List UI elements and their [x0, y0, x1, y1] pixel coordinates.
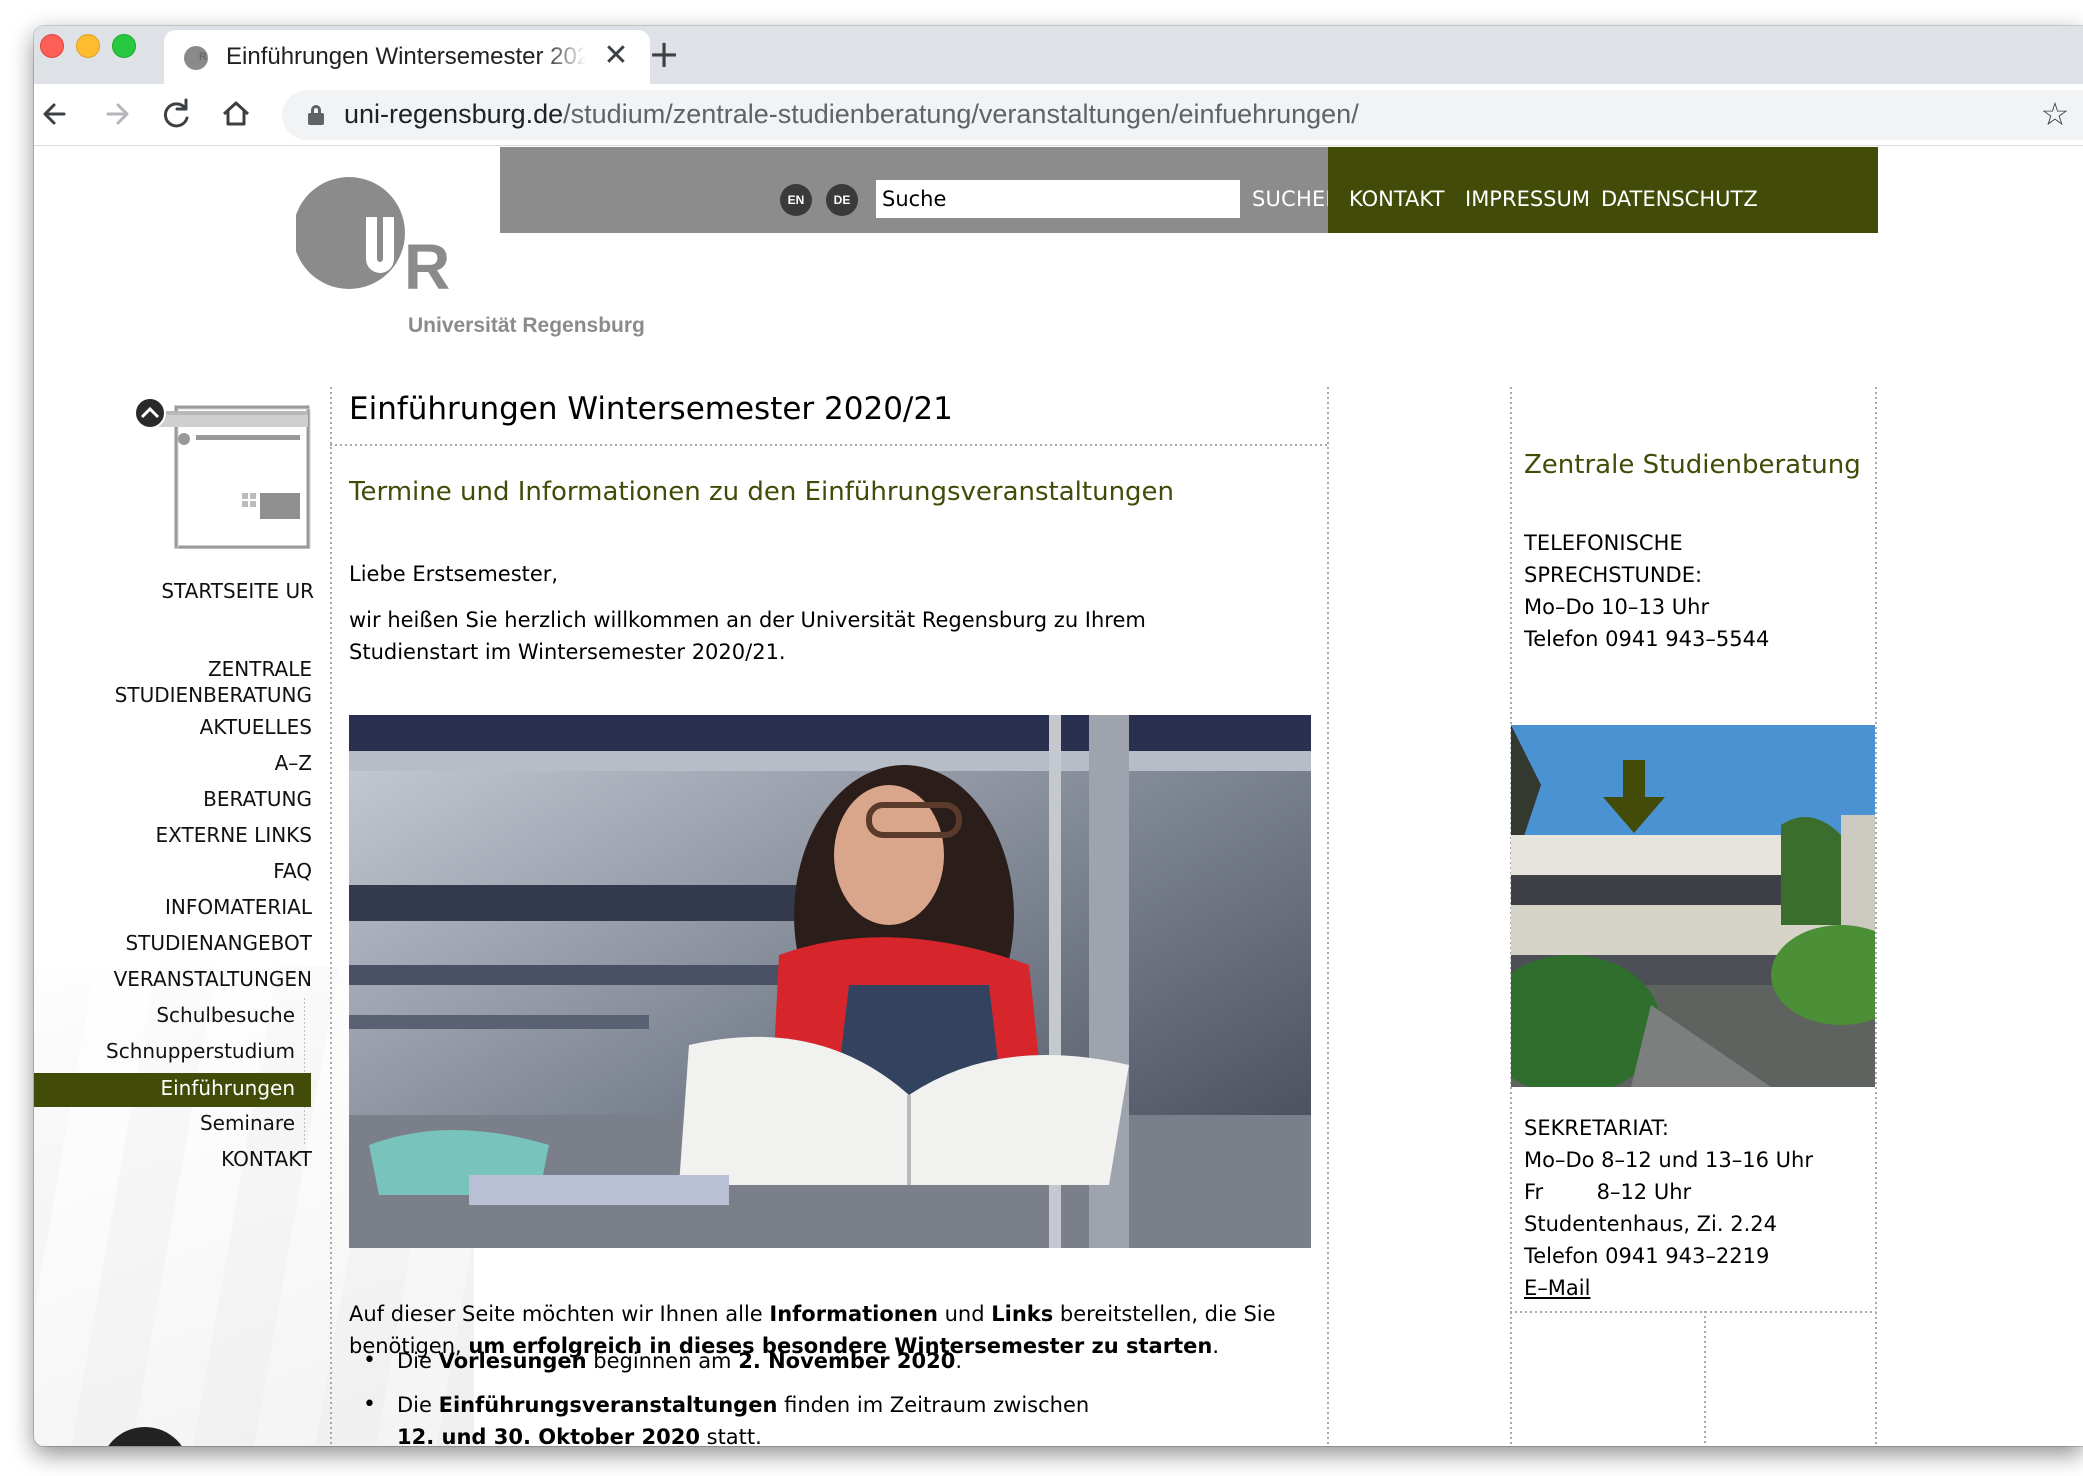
welcome-line1: wir heißen Sie herzlich willkommen an de… — [349, 608, 1146, 632]
nav-seminare[interactable]: Seminare — [200, 1110, 295, 1136]
nav-veranstaltungen[interactable]: VERANSTALTUNGEN — [114, 966, 312, 992]
page-title: Einführungen Wintersemester 2020/21 — [349, 391, 953, 427]
nav-aktuelles[interactable]: AKTUELLES — [200, 714, 312, 740]
nav-zentrale[interactable]: ZENTRALE STUDIENBERATUNG — [115, 656, 312, 708]
info-list: Die Vorlesungen beginnen am 2. November … — [349, 1345, 1089, 1446]
list-item: Die Einführungsveranstaltungen finden im… — [349, 1389, 1089, 1446]
tab-title: Einführungen Wintersemester 2020/21 — [226, 43, 586, 70]
nav-studienangebot[interactable]: STUDIENANGEBOT — [125, 930, 312, 956]
tab-einfuehrungen[interactable]: Einführungen Wintersemester 2020/21 ✕ — [164, 30, 650, 84]
page-viewport: R Universität Regensburg EN DE SUCHEN KO… — [34, 147, 2083, 1446]
sekretariat-line: Telefon 0941 943–2219 — [1524, 1244, 1770, 1268]
phone-hours-line: TELEFONISCHE — [1524, 531, 1683, 555]
nav-infomaterial[interactable]: INFOMATERIAL — [165, 894, 312, 920]
forward-icon[interactable] — [94, 92, 138, 136]
phone-hours: TELEFONISCHE SPRECHSTUNDE: Mo–Do 10–13 U… — [1524, 527, 1769, 655]
nav-a-z[interactable]: A–Z — [275, 750, 312, 776]
page-subtitle: Termine und Informationen zu den Einführ… — [349, 477, 1175, 507]
lang-en-button[interactable]: EN — [780, 184, 812, 216]
welcome-line2: Studienstart im Wintersemester 2020/21. — [349, 640, 786, 664]
close-tab-icon[interactable]: ✕ — [600, 40, 632, 72]
nav-kontakt[interactable]: KONTAKT — [221, 1146, 312, 1172]
aside-title: Zentrale Studienberatung — [1524, 450, 1861, 480]
list-item: Die Vorlesungen beginnen am 2. November … — [349, 1345, 1089, 1377]
nav-einfuehrungen-label: Einführungen — [160, 1076, 295, 1100]
subnav-divider — [304, 998, 305, 1146]
main-right-border — [1327, 387, 1329, 1446]
sekretariat-line: Fr 8–12 Uhr — [1524, 1180, 1692, 1204]
greeting-text: Liebe Erstsemester, — [349, 562, 559, 586]
reload-icon[interactable] — [154, 92, 198, 136]
logo-text: Universität Regensburg — [408, 314, 645, 337]
minimize-window-button[interactable] — [76, 34, 100, 58]
home-icon[interactable] — [214, 92, 258, 136]
title-divider — [330, 444, 1328, 446]
nav-schnupperstudium[interactable]: Schnupperstudium — [106, 1038, 295, 1064]
phone-hours-line: SPRECHSTUNDE: — [1524, 563, 1703, 587]
sekretariat-line: Studentenhaus, Zi. 2.24 — [1524, 1212, 1778, 1236]
lock-icon[interactable] — [308, 105, 324, 125]
url-text[interactable]: uni-regensburg.de/studium/zentrale-studi… — [344, 99, 1359, 130]
tab-strip: Einführungen Wintersemester 2020/21 ✕ + — [34, 26, 2083, 84]
address-bar[interactable]: uni-regensburg.de/studium/zentrale-studi… — [282, 90, 2083, 140]
main-left-border — [330, 387, 332, 1446]
phone-hours-line: Mo–Do 10–13 Uhr — [1524, 595, 1710, 619]
student-reading-image — [349, 715, 1311, 1248]
nav-zentrale-line1: ZENTRALE — [207, 657, 312, 681]
startseite-graphic[interactable] — [120, 397, 312, 549]
datenschutz-link[interactable]: DATENSCHUTZ — [1601, 187, 1758, 211]
header-bar: EN DE SUCHEN — [500, 147, 1341, 233]
building-photo — [1511, 725, 1875, 1087]
nav-beratung[interactable]: BERATUNG — [203, 786, 312, 812]
welcome-text: wir heißen Sie herzlich willkommen an de… — [349, 604, 1146, 668]
nav-externe-links[interactable]: EXTERNE LINKS — [155, 822, 312, 848]
svg-text:R: R — [404, 231, 450, 303]
star-icon[interactable]: ☆ — [2035, 94, 2075, 134]
new-tab-button[interactable]: + — [642, 32, 686, 76]
search-input[interactable] — [876, 180, 1240, 218]
aside-right-border — [1875, 387, 1877, 1446]
nav-einfuehrungen-active[interactable]: Einführungen — [34, 1073, 311, 1107]
url-path: /studium/zentrale-studienberatung/verans… — [563, 99, 1359, 129]
sekretariat-line: SEKRETARIAT: — [1524, 1116, 1669, 1140]
sekretariat-line: Mo–Do 8–12 und 13–16 Uhr — [1524, 1148, 1813, 1172]
nav-schulbesuche[interactable]: Schulbesuche — [156, 1002, 295, 1028]
close-window-button[interactable] — [40, 34, 64, 58]
favicon-icon — [184, 46, 208, 70]
phone-hours-line: Telefon 0941 943–5544 — [1524, 627, 1770, 651]
aside-inner-border — [1704, 1311, 1706, 1446]
nav-faq[interactable]: FAQ — [273, 858, 312, 884]
aside-divider — [1510, 1311, 1876, 1313]
nav-zentrale-line2: STUDIENBERATUNG — [114, 683, 312, 707]
email-link[interactable]: E–Mail — [1524, 1276, 1590, 1300]
url-host: uni-regensburg.de — [344, 99, 564, 129]
browser-window: Einführungen Wintersemester 2020/21 ✕ + … — [34, 26, 2083, 1446]
impressum-link[interactable]: IMPRESSUM — [1465, 187, 1590, 211]
browser-toolbar: uni-regensburg.de/studium/zentrale-studi… — [34, 84, 2083, 146]
back-icon[interactable] — [34, 92, 78, 136]
sekretariat-info: SEKRETARIAT: Mo–Do 8–12 und 13–16 Uhr Fr… — [1524, 1112, 1813, 1304]
header-links: KONTAKT IMPRESSUM DATENSCHUTZ — [1328, 147, 1878, 233]
lang-de-button[interactable]: DE — [826, 184, 858, 216]
startseite-link[interactable]: STARTSEITE UR — [161, 579, 314, 603]
maximize-window-button[interactable] — [112, 34, 136, 58]
kontakt-link[interactable]: KONTAKT — [1349, 187, 1444, 211]
